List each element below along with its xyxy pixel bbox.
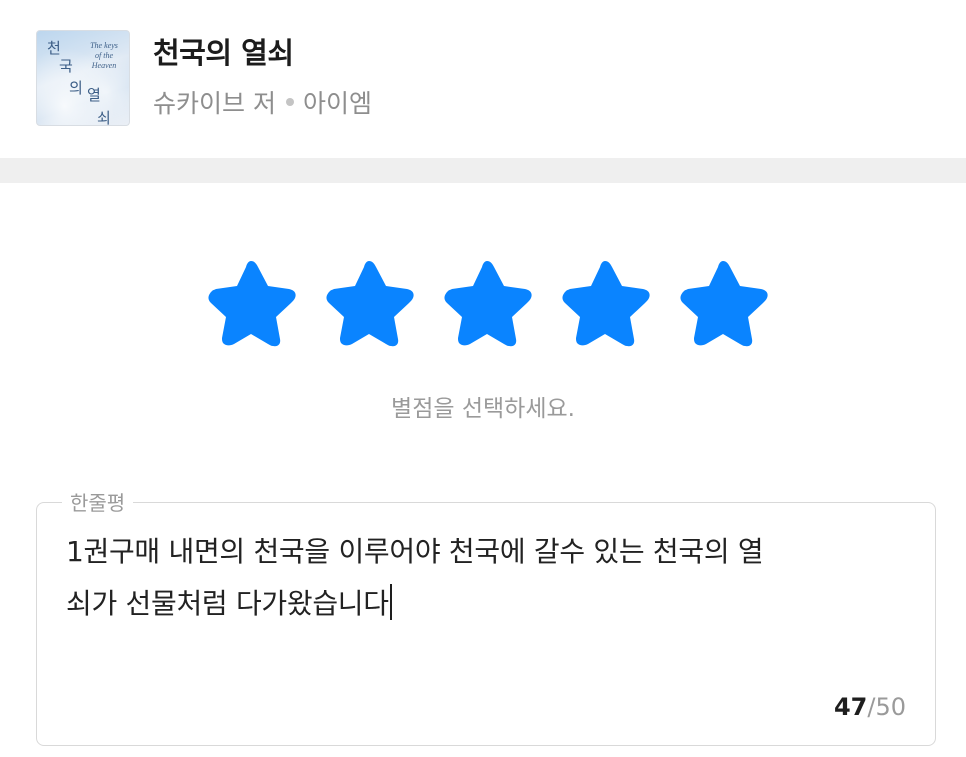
- star-1-icon[interactable]: [202, 253, 300, 351]
- book-publisher: 아이엠: [302, 89, 372, 118]
- separator-dot: [285, 98, 294, 106]
- review-field-label: 한줄평: [62, 487, 134, 516]
- cover-title-char: 쇠: [97, 109, 111, 126]
- cover-title-char: 열: [87, 86, 101, 104]
- char-limit: /50: [867, 693, 906, 721]
- cover-title-char: 천: [47, 39, 61, 57]
- book-meta: 슈카이브 저 아이엠: [153, 84, 372, 120]
- star-4-icon[interactable]: [556, 253, 654, 351]
- review-text-line: 1권구매 내면의 천국을 이루어야 천국에 갈수 있는 천국의 열: [66, 535, 764, 568]
- review-textarea[interactable]: 1권구매 내면의 천국을 이루어야 천국에 갈수 있는 천국의 열 쇠가 선물처…: [66, 526, 906, 630]
- star-5-icon[interactable]: [674, 253, 772, 351]
- cover-title-char: 의: [69, 79, 83, 97]
- star-3-icon[interactable]: [438, 253, 536, 351]
- book-cover-image[interactable]: 천 국 의 열 쇠 The keys of the Heaven: [36, 30, 130, 126]
- star-2-icon[interactable]: [320, 253, 418, 351]
- review-text-line: 쇠가 선물처럼 다가왔습니다: [66, 587, 389, 620]
- cover-english-title: The keys of the Heaven: [90, 41, 118, 70]
- star-rating[interactable]: [202, 253, 772, 351]
- book-info-header: 천 국 의 열 쇠 The keys of the Heaven 천국의 열쇠 …: [0, 0, 966, 158]
- book-title: 천국의 열쇠: [153, 36, 294, 70]
- cover-title-char: 국: [59, 57, 73, 75]
- section-divider: [0, 158, 966, 183]
- text-caret: [389, 584, 392, 620]
- book-author: 슈카이브 저: [153, 89, 276, 118]
- char-count: 47: [833, 693, 868, 721]
- rating-hint: 별점을 선택하세요.: [391, 396, 575, 422]
- char-counter: 47/50: [834, 693, 906, 721]
